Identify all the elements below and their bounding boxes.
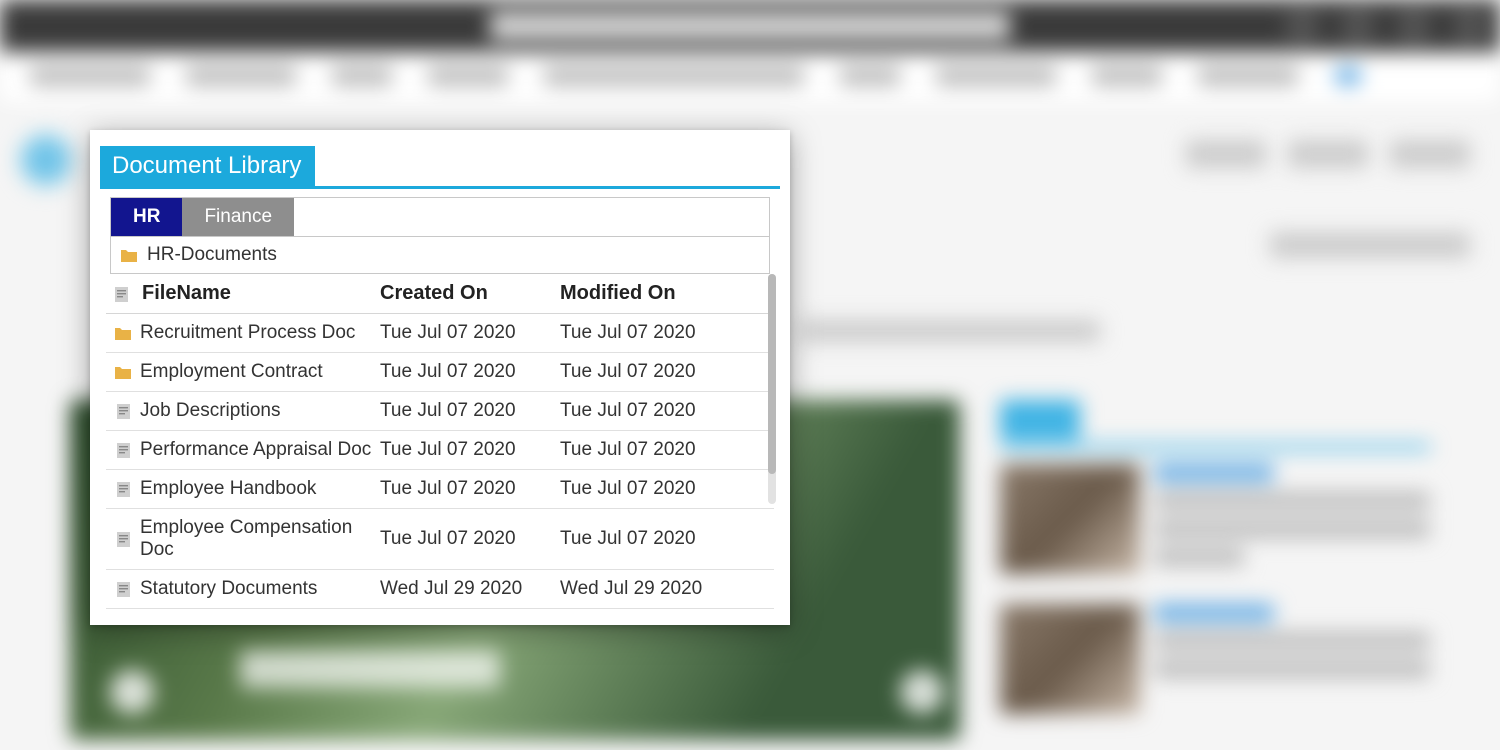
cell-filename: Employment Contract bbox=[140, 361, 380, 383]
header-filename[interactable]: FileName bbox=[140, 282, 380, 305]
table-row[interactable]: Recruitment Process DocTue Jul 07 2020Tu… bbox=[106, 314, 774, 353]
table-row[interactable]: Performance Appraisal DocTue Jul 07 2020… bbox=[106, 431, 774, 470]
table-header: FileName Created On Modified On bbox=[106, 274, 774, 314]
cell-modified-on: Tue Jul 07 2020 bbox=[560, 322, 740, 344]
header-modified-on[interactable]: Modified On bbox=[560, 282, 740, 305]
document-icon bbox=[115, 287, 131, 301]
cell-filename: Employee Handbook bbox=[140, 478, 380, 500]
document-icon bbox=[106, 482, 140, 497]
header-created-on[interactable]: Created On bbox=[380, 282, 560, 305]
cell-modified-on: Tue Jul 07 2020 bbox=[560, 478, 740, 500]
table-row[interactable]: Job DescriptionsTue Jul 07 2020Tue Jul 0… bbox=[106, 392, 774, 431]
panel-title: Document Library bbox=[100, 146, 315, 186]
cell-created-on: Wed Jul 29 2020 bbox=[380, 578, 560, 600]
table-row[interactable]: Employee HandbookTue Jul 07 2020Tue Jul … bbox=[106, 470, 774, 509]
cell-filename: Recruitment Process Doc bbox=[140, 322, 380, 344]
cell-created-on: Tue Jul 07 2020 bbox=[380, 478, 560, 500]
cell-created-on: Tue Jul 07 2020 bbox=[380, 439, 560, 461]
document-icon bbox=[106, 443, 140, 458]
cell-created-on: Tue Jul 07 2020 bbox=[380, 400, 560, 422]
tabs-box: HR Finance HR-Documents bbox=[110, 197, 770, 274]
cell-modified-on: Tue Jul 07 2020 bbox=[560, 528, 740, 550]
cell-created-on: Tue Jul 07 2020 bbox=[380, 361, 560, 383]
cell-created-on: Tue Jul 07 2020 bbox=[380, 528, 560, 550]
folder-icon bbox=[106, 326, 140, 340]
folder-icon bbox=[121, 248, 137, 262]
table-row[interactable]: Statutory DocumentsWed Jul 29 2020Wed Ju… bbox=[106, 570, 774, 609]
table-row[interactable]: Employment ContractTue Jul 07 2020Tue Ju… bbox=[106, 353, 774, 392]
tabs-row: HR Finance bbox=[111, 198, 769, 237]
current-folder-label: HR-Documents bbox=[147, 244, 277, 266]
document-icon bbox=[106, 532, 140, 547]
tab-finance[interactable]: Finance bbox=[182, 198, 294, 236]
cell-modified-on: Tue Jul 07 2020 bbox=[560, 361, 740, 383]
document-library-panel: Document Library HR Finance HR-Documents… bbox=[90, 130, 790, 625]
folder-icon bbox=[106, 365, 140, 379]
header-icon-col bbox=[106, 287, 140, 301]
cell-filename: Job Descriptions bbox=[140, 400, 380, 422]
current-folder-row[interactable]: HR-Documents bbox=[111, 237, 769, 273]
document-icon bbox=[106, 404, 140, 419]
scrollbar[interactable] bbox=[768, 274, 776, 504]
tab-hr[interactable]: HR bbox=[111, 198, 182, 236]
cell-filename: Employee Compensation Doc bbox=[140, 517, 380, 561]
cell-modified-on: Tue Jul 07 2020 bbox=[560, 400, 740, 422]
cell-created-on: Tue Jul 07 2020 bbox=[380, 322, 560, 344]
document-table: FileName Created On Modified On Recruitm… bbox=[106, 274, 774, 609]
table-row[interactable]: Employee Compensation DocTue Jul 07 2020… bbox=[106, 509, 774, 570]
cell-modified-on: Tue Jul 07 2020 bbox=[560, 439, 740, 461]
cell-filename: Performance Appraisal Doc bbox=[140, 439, 380, 461]
cell-modified-on: Wed Jul 29 2020 bbox=[560, 578, 740, 600]
document-icon bbox=[106, 582, 140, 597]
cell-filename: Statutory Documents bbox=[140, 578, 380, 600]
panel-title-bar: Document Library bbox=[100, 146, 780, 189]
